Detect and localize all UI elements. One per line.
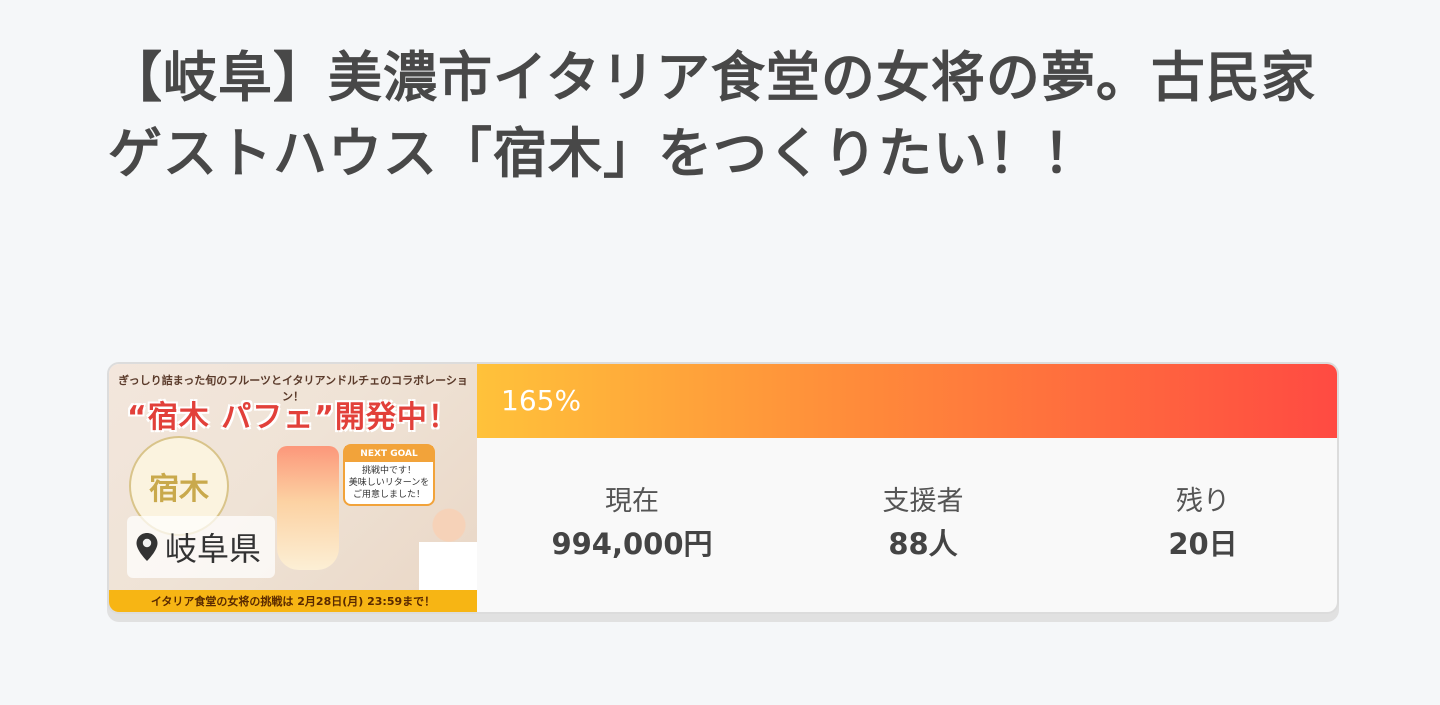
next-goal-line1: 挑戦中です！ — [361, 466, 416, 476]
next-goal-line2: 美味しいリターンをご用意しました！ — [348, 478, 430, 500]
project-title: 【岐阜】美濃市イタリア食堂の女将の夢。古民家ゲストハウス「宿木」をつくりたい！！ — [108, 46, 1316, 185]
stat-label: 支援者 — [882, 486, 964, 517]
location-tag: 岐阜県 — [127, 516, 276, 578]
project-stats: 現在 994,000円 支援者 88人 残り 20日 — [477, 438, 1337, 612]
owner-photo — [419, 504, 477, 600]
stat-current-amount: 現在 994,000円 — [502, 482, 762, 566]
funding-percent: 165% — [501, 384, 582, 417]
stat-value: 20日 — [1168, 527, 1238, 561]
next-goal-title: NEXT GOAL — [345, 446, 433, 462]
thumbnail-headline: “宿木 パフェ”開発中！ — [127, 400, 459, 435]
stat-value: 994,000円 — [551, 527, 713, 561]
stat-value: 88人 — [888, 527, 958, 561]
stat-label: 現在 — [605, 486, 659, 517]
stat-supporters: 支援者 88人 — [793, 482, 1053, 566]
location-text: 岐阜県 — [165, 530, 262, 568]
funding-progress-fill — [477, 364, 1337, 438]
stat-label: 残り — [1176, 486, 1230, 517]
parfait-illustration — [277, 446, 339, 570]
thumbnail-deadline-strip: イタリア食堂の女将の挑戦は 2月28日(月) 23:59まで！ — [109, 590, 477, 612]
stat-days-left: 残り 20日 — [1073, 482, 1333, 566]
project-card[interactable]: ぎっしり詰まった旬のフルーツとイタリアンドルチェのコラボレーション！ “宿木 パ… — [107, 362, 1339, 614]
next-goal-bubble: NEXT GOAL 挑戦中です！ 美味しいリターンをご用意しました！ — [343, 444, 435, 506]
project-thumbnail[interactable]: ぎっしり詰まった旬のフルーツとイタリアンドルチェのコラボレーション！ “宿木 パ… — [109, 364, 477, 612]
map-pin-icon — [136, 533, 158, 561]
funding-progress-bar: 165% — [477, 364, 1337, 438]
